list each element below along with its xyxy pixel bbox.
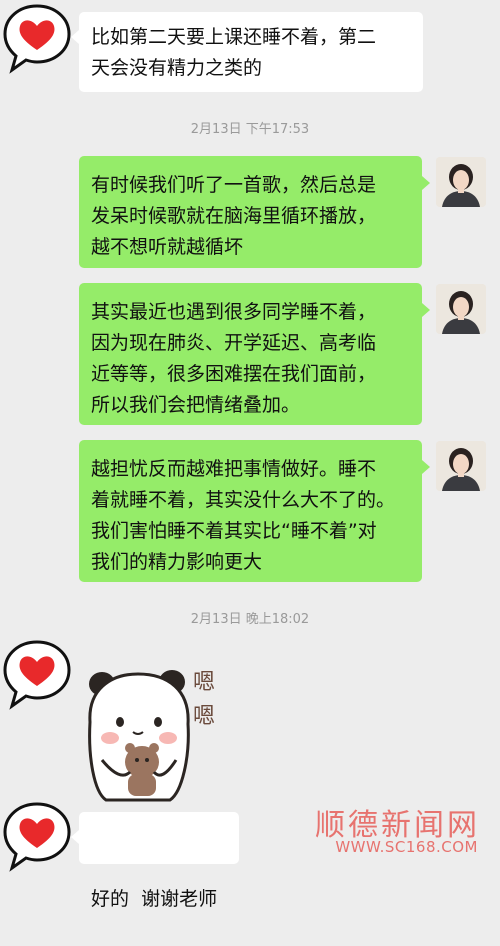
message-text: 有时候我们听了一首歌，然后总是 — [91, 174, 377, 196]
message-text: 发呆时候歌就在脑海里循环播放， — [91, 205, 377, 227]
message-bubble-incoming[interactable]: 好的 谢谢老师 — [71, 812, 239, 910]
heart-avatar-icon — [3, 4, 71, 74]
user-avatar[interactable] — [436, 157, 486, 207]
message-text: 越担忧反而越难把事情做好。睡不 — [91, 458, 377, 480]
message-bubble-outgoing[interactable]: 越担忧反而越难把事情做好。睡不 着就睡不着，其实没什么大不了的。 我们害怕睡不着… — [79, 440, 430, 582]
timestamp: 2月13日 下午17:53 — [190, 122, 310, 137]
message-text: 比如第二天要上课还睡不着，第二 — [91, 26, 377, 48]
contact-avatar[interactable] — [0, 798, 74, 872]
watermark-url: WWW.SC168.COM — [335, 838, 478, 856]
sticker-text: 嗯 — [193, 704, 216, 729]
message-text: 其实最近也遇到很多同学睡不着， — [91, 301, 377, 323]
contact-avatar[interactable] — [0, 636, 74, 710]
message-bubble-outgoing[interactable]: 有时候我们听了一首歌，然后总是 发呆时候歌就在脑海里循环播放， 越不想听就越循坏 — [79, 156, 430, 268]
heart-avatar-icon — [3, 640, 71, 710]
contact-avatar[interactable] — [0, 0, 74, 74]
user-avatar[interactable] — [436, 284, 486, 334]
person-avatar-icon — [436, 441, 486, 491]
message-text: 好的 谢谢老师 — [91, 888, 218, 910]
timestamp: 2月13日 晚上18:02 — [190, 612, 310, 627]
message-text: 因为现在肺炎、开学延迟、高考临 — [91, 332, 377, 354]
message-text: 我们的精力影响更大 — [91, 551, 263, 573]
message-text: 着就睡不着，其实没什么大不了的。 — [91, 489, 396, 511]
message-text: 近等等，很多困难摆在我们面前， — [91, 363, 377, 385]
message-bubble-outgoing[interactable]: 其实最近也遇到很多同学睡不着， 因为现在肺炎、开学延迟、高考临 近等等，很多困难… — [79, 283, 430, 425]
sticker-text: 嗯 — [193, 670, 216, 695]
message-text: 所以我们会把情绪叠加。 — [91, 394, 301, 416]
user-avatar[interactable] — [436, 441, 486, 491]
sticker-caption: 嗯 嗯 — [193, 666, 229, 734]
message-bubble-incoming[interactable]: 比如第二天要上课还睡不着，第二 天会没有精力之类的 — [71, 12, 423, 92]
person-avatar-icon — [436, 284, 486, 334]
person-avatar-icon — [436, 157, 486, 207]
message-text: 越不想听就越循坏 — [91, 236, 244, 258]
heart-avatar-icon — [3, 802, 71, 872]
message-text: 我们害怕睡不着其实比“睡不着”对 — [91, 520, 377, 542]
message-text: 天会没有精力之类的 — [91, 57, 263, 79]
